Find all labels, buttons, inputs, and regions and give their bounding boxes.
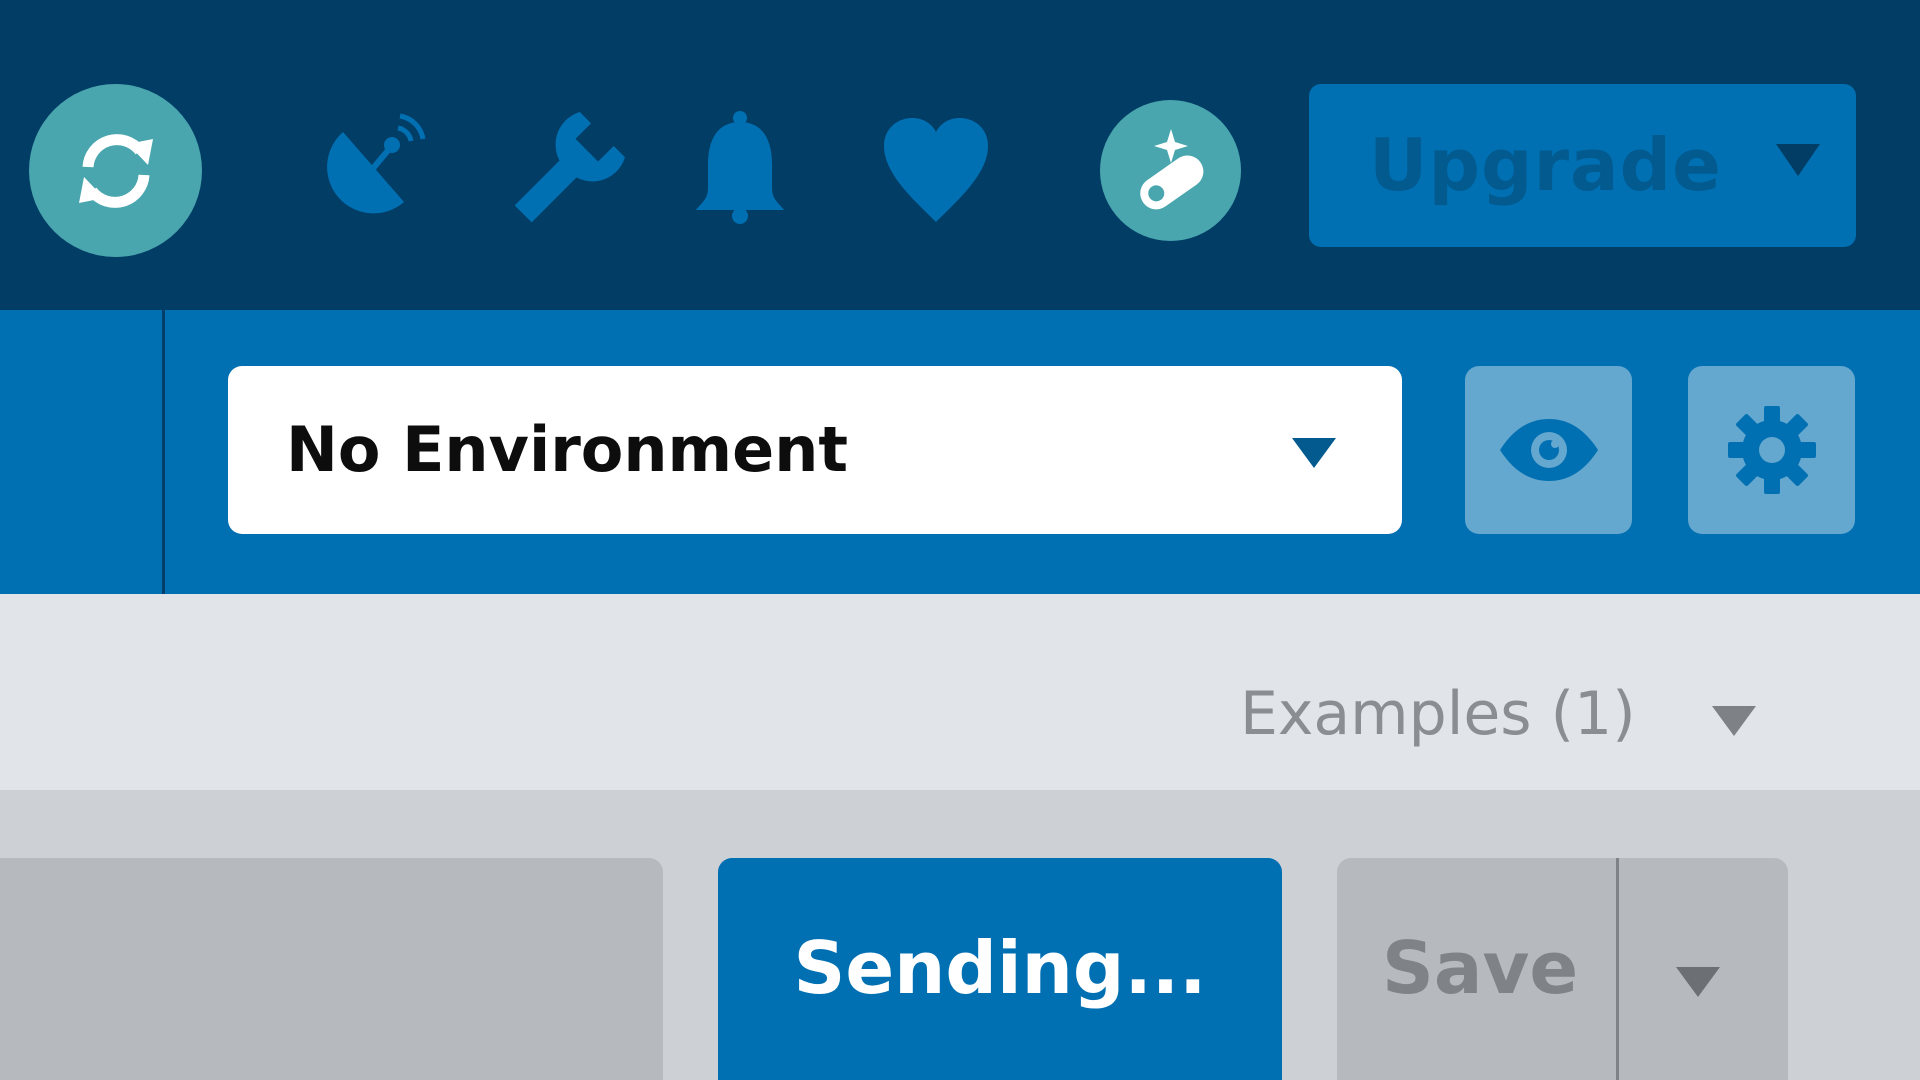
eye-icon <box>1499 419 1598 481</box>
environment-select-value: No Environment <box>286 413 848 486</box>
app-window: Upgrade No Environment Examples (1) Send… <box>0 0 1920 1080</box>
divider <box>162 310 165 594</box>
save-button[interactable]: Save <box>1337 858 1788 1080</box>
examples-row: Examples (1) <box>0 594 1920 790</box>
examples-dropdown-label[interactable]: Examples (1) <box>1240 594 1636 790</box>
top-navigation-bar: Upgrade <box>0 0 1920 310</box>
gear-icon <box>1727 406 1816 494</box>
satellite-dish-icon <box>327 113 426 214</box>
sync-icon <box>78 133 153 208</box>
comet-icon <box>1139 128 1203 209</box>
favorite-button[interactable] <box>874 108 998 232</box>
chevron-down-icon <box>1292 438 1336 468</box>
settings-wrench-button[interactable] <box>505 108 629 232</box>
heart-icon <box>884 118 988 222</box>
upgrade-button[interactable]: Upgrade <box>1309 84 1856 247</box>
divider <box>1616 858 1619 1080</box>
chevron-down-icon[interactable] <box>1676 967 1720 997</box>
chevron-down-icon[interactable] <box>1776 144 1820 176</box>
upgrade-label: Upgrade <box>1369 123 1723 207</box>
send-button[interactable]: Sending... <box>718 858 1282 1080</box>
sync-button[interactable] <box>29 84 202 257</box>
request-url-input[interactable] <box>0 858 663 1080</box>
environment-bar: No Environment <box>0 310 1920 594</box>
bell-icon <box>696 111 784 224</box>
satellite-dish-button[interactable] <box>310 108 434 232</box>
save-button-label: Save <box>1382 926 1579 1010</box>
request-row: Sending... Save <box>0 790 1920 1080</box>
send-button-label: Sending... <box>793 926 1207 1010</box>
chevron-down-icon[interactable] <box>1712 706 1756 736</box>
environment-select[interactable]: No Environment <box>228 366 1402 534</box>
manage-environments-button[interactable] <box>1688 366 1855 534</box>
notifications-button[interactable] <box>678 108 802 232</box>
environment-quick-look-button[interactable] <box>1465 366 1632 534</box>
wrench-icon <box>514 112 625 223</box>
whats-new-button[interactable] <box>1100 100 1241 241</box>
